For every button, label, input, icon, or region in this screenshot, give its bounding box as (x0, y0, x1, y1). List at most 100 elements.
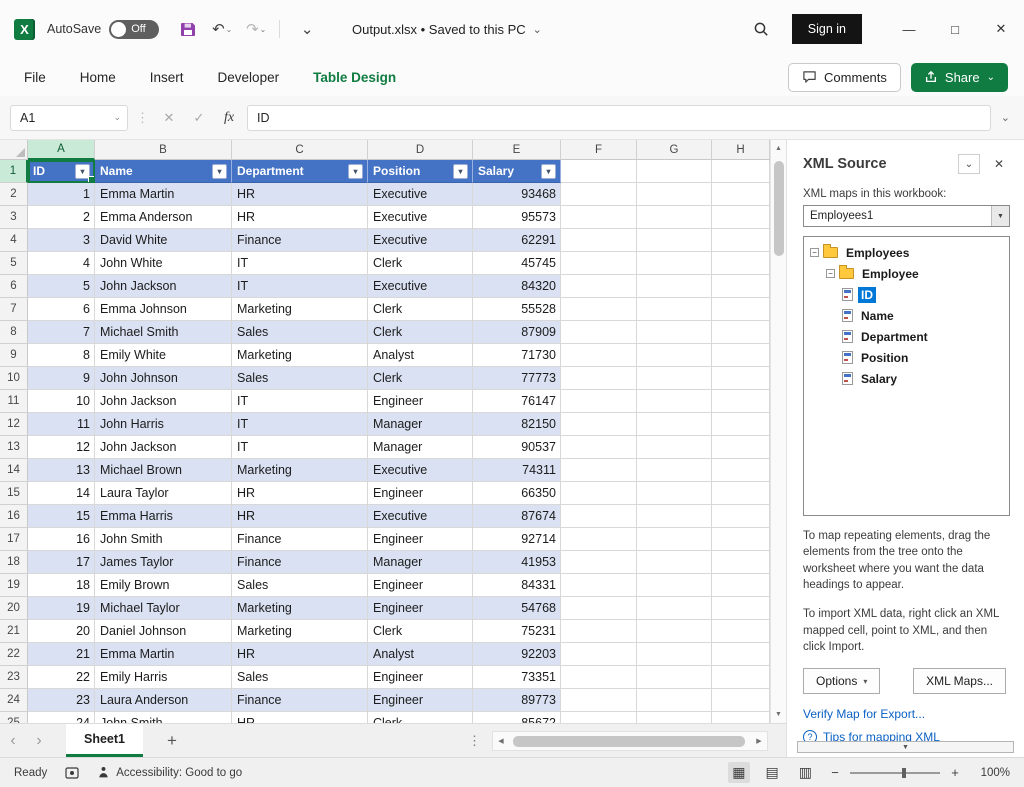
cell[interactable]: IT (232, 390, 368, 413)
xml-tree-item-id[interactable]: ID (806, 284, 1007, 305)
cell[interactable]: 71730 (473, 344, 561, 367)
cell[interactable]: Marketing (232, 597, 368, 620)
zoom-slider-thumb[interactable] (902, 768, 906, 778)
cell[interactable] (712, 666, 770, 689)
row-header-9[interactable]: 9 (0, 344, 28, 367)
cell[interactable]: HR (232, 183, 368, 206)
cell[interactable]: James Taylor (95, 551, 232, 574)
row-header-20[interactable]: 20 (0, 597, 28, 620)
cell[interactable] (561, 275, 637, 298)
horizontal-scrollbar[interactable]: ◀ ▶ (492, 731, 768, 751)
cell[interactable]: 19 (28, 597, 95, 620)
tab-home[interactable]: Home (80, 70, 116, 85)
cell[interactable] (712, 505, 770, 528)
cell[interactable]: Engineer (368, 574, 473, 597)
cell[interactable]: 22 (28, 666, 95, 689)
cell[interactable]: 84320 (473, 275, 561, 298)
cell[interactable]: Marketing (232, 620, 368, 643)
undo-button[interactable]: ↶⌄ (207, 14, 237, 44)
row-header-25[interactable]: 25 (0, 712, 28, 723)
column-header-A[interactable]: A (28, 140, 95, 160)
page-break-view-button[interactable]: ▥ (795, 762, 816, 783)
row-header-5[interactable]: 5 (0, 252, 28, 275)
cell[interactable] (712, 298, 770, 321)
cell[interactable]: HR (232, 643, 368, 666)
cell[interactable] (561, 229, 637, 252)
cell[interactable]: 21 (28, 643, 95, 666)
cell[interactable]: John Johnson (95, 367, 232, 390)
cell[interactable]: Executive (368, 206, 473, 229)
xml-tree-item-position[interactable]: Position (806, 347, 1007, 368)
cell[interactable] (637, 298, 712, 321)
cell[interactable] (637, 505, 712, 528)
cell[interactable] (712, 321, 770, 344)
cell[interactable] (712, 689, 770, 712)
row-header-19[interactable]: 19 (0, 574, 28, 597)
minimize-button[interactable]: — (886, 0, 932, 58)
cell[interactable]: 90537 (473, 436, 561, 459)
cell[interactable]: Manager (368, 436, 473, 459)
cell[interactable]: 17 (28, 551, 95, 574)
cell[interactable]: John White (95, 252, 232, 275)
cell[interactable]: 45745 (473, 252, 561, 275)
cell[interactable]: Marketing (232, 344, 368, 367)
cell[interactable] (712, 160, 770, 183)
zoom-out-button[interactable]: − (828, 765, 842, 780)
cell[interactable] (712, 183, 770, 206)
cell[interactable]: Emma Anderson (95, 206, 232, 229)
cell[interactable] (637, 229, 712, 252)
tree-expander-icon[interactable]: − (810, 248, 819, 257)
filter-dropdown-icon[interactable]: ▾ (348, 164, 363, 179)
search-button[interactable] (744, 12, 778, 46)
cell[interactable] (561, 551, 637, 574)
cell[interactable]: Emma Martin (95, 183, 232, 206)
cell[interactable]: Engineer (368, 482, 473, 505)
cell[interactable]: Clerk (368, 620, 473, 643)
cell[interactable]: David White (95, 229, 232, 252)
cell[interactable] (637, 712, 712, 723)
xml-tree-item-employee[interactable]: −Employee (806, 263, 1007, 284)
cell[interactable]: Laura Taylor (95, 482, 232, 505)
cell[interactable] (637, 160, 712, 183)
tab-file[interactable]: File (24, 70, 46, 85)
cell[interactable]: Michael Brown (95, 459, 232, 482)
formula-input[interactable]: ID (247, 105, 991, 131)
table-header-cell-department[interactable]: Department▾ (232, 160, 368, 183)
cell[interactable] (637, 689, 712, 712)
cell[interactable] (561, 459, 637, 482)
cell[interactable] (561, 252, 637, 275)
verify-map-link[interactable]: Verify Map for Export... (803, 707, 925, 721)
cell[interactable] (561, 620, 637, 643)
cell[interactable] (637, 574, 712, 597)
cell[interactable] (637, 436, 712, 459)
sheet-tab-sheet1[interactable]: Sheet1 (66, 724, 143, 757)
cell[interactable]: Engineer (368, 390, 473, 413)
cell[interactable]: Manager (368, 551, 473, 574)
cell[interactable]: Emily Harris (95, 666, 232, 689)
cell[interactable]: Analyst (368, 643, 473, 666)
name-box[interactable]: A1 ⌄ (10, 105, 128, 131)
cell[interactable]: Executive (368, 459, 473, 482)
cell[interactable]: 6 (28, 298, 95, 321)
filter-dropdown-icon[interactable]: ▾ (541, 164, 556, 179)
row-header-21[interactable]: 21 (0, 620, 28, 643)
cell[interactable]: 10 (28, 390, 95, 413)
share-button[interactable]: Share ⌄ (911, 63, 1008, 92)
cell[interactable]: Executive (368, 505, 473, 528)
cell[interactable]: Laura Anderson (95, 689, 232, 712)
select-all-corner[interactable] (0, 140, 28, 160)
row-header-22[interactable]: 22 (0, 643, 28, 666)
cell[interactable]: 55528 (473, 298, 561, 321)
document-title[interactable]: Output.xlsx • Saved to this PC ⌄ (352, 0, 542, 58)
cell[interactable]: IT (232, 413, 368, 436)
cell[interactable] (712, 620, 770, 643)
comments-button[interactable]: Comments (788, 63, 901, 92)
cell[interactable] (637, 367, 712, 390)
cell[interactable] (561, 689, 637, 712)
cell[interactable]: John Jackson (95, 390, 232, 413)
cell[interactable]: 89773 (473, 689, 561, 712)
cell[interactable]: Sales (232, 666, 368, 689)
cell[interactable]: Engineer (368, 666, 473, 689)
cell[interactable]: John Harris (95, 413, 232, 436)
cell[interactable]: 82150 (473, 413, 561, 436)
